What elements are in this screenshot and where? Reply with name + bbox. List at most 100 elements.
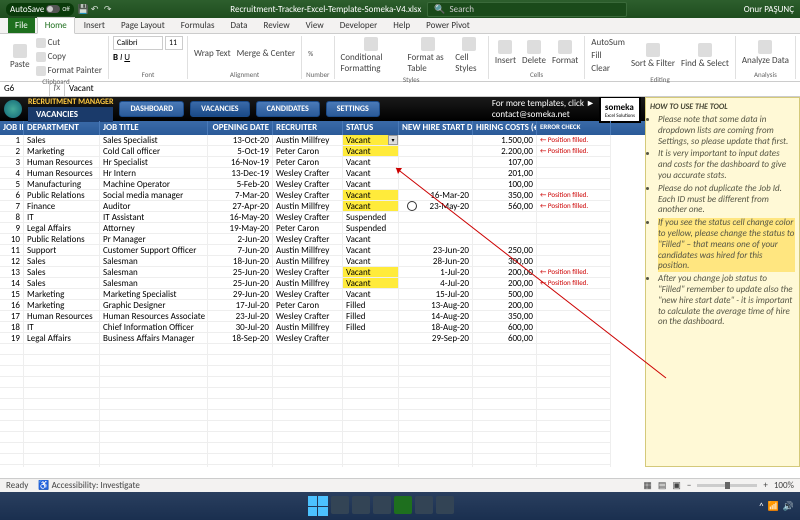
table-row[interactable]: 12SalesSalesman18-Jun-20Austin MillfreyV…	[0, 256, 645, 267]
cell-cost[interactable]: 300,00	[473, 256, 537, 267]
tb-app-icon[interactable]	[415, 496, 433, 514]
cell-hire[interactable]: 15-Jul-20	[399, 289, 473, 300]
cell-title[interactable]: Salesman	[100, 256, 208, 267]
tb-explorer-icon[interactable]	[352, 496, 370, 514]
cell-cost[interactable]: 600,00	[473, 333, 537, 344]
table-row[interactable]: 5ManufacturingMachine Operator5-Feb-20We…	[0, 179, 645, 190]
cell-status[interactable]: Vacant	[343, 157, 399, 168]
tray-wifi-icon[interactable]: 📶	[768, 501, 779, 512]
cell-dept[interactable]: Marketing	[24, 300, 100, 311]
cell-open[interactable]: 30-Jul-20	[208, 322, 273, 333]
cell-title[interactable]: Chief Information Officer	[100, 322, 208, 333]
cell-id[interactable]: 12	[0, 256, 24, 267]
start-button[interactable]	[308, 496, 328, 516]
cell-open[interactable]: 18-Sep-20	[208, 333, 273, 344]
cell-cost[interactable]: 200,00	[473, 278, 537, 289]
cell-title[interactable]: Business Affairs Manager	[100, 333, 208, 344]
cell-dept[interactable]: Legal Affairs	[24, 333, 100, 344]
col-hire[interactable]: NEW HIRE START DATE	[399, 121, 473, 135]
cell-hire[interactable]: 13-Aug-20	[399, 300, 473, 311]
cell-title[interactable]: Cold Call officer	[100, 146, 208, 157]
col-open[interactable]: OPENING DATE	[208, 121, 273, 135]
tab-review[interactable]: Review	[256, 18, 296, 33]
tab-developer[interactable]: Developer	[333, 18, 385, 33]
name-box[interactable]: G6	[0, 82, 50, 96]
cell-dept[interactable]: Sales	[24, 278, 100, 289]
table-row[interactable]: 16MarketingGraphic Designer17-Jul-20Pete…	[0, 300, 645, 311]
cell-title[interactable]: Sales Specialist	[100, 135, 208, 146]
cell-id[interactable]: 4	[0, 168, 24, 179]
empty-row[interactable]	[0, 410, 645, 421]
cell-cost[interactable]: 560,00	[473, 201, 537, 212]
cell-status[interactable]: Vacant	[343, 179, 399, 190]
tb-search-icon[interactable]	[331, 496, 349, 514]
cell-id[interactable]: 16	[0, 300, 24, 311]
cell-open[interactable]: 7-Jun-20	[208, 245, 273, 256]
cell-open[interactable]: 2-Jun-20	[208, 234, 273, 245]
undo-icon[interactable]: ↶	[91, 4, 101, 14]
wrap-text-button[interactable]: Wrap Text	[192, 47, 233, 60]
cell-cost[interactable]: 201,00	[473, 168, 537, 179]
cell-id[interactable]: 5	[0, 179, 24, 190]
view-layout-icon[interactable]: ▤	[658, 480, 667, 491]
cell-dept[interactable]: IT	[24, 322, 100, 333]
cell-title[interactable]: Marketing Specialist	[100, 289, 208, 300]
tb-excel-icon[interactable]	[394, 496, 412, 514]
cell-title[interactable]: Human Resources Associate	[100, 311, 208, 322]
cell-open[interactable]: 17-Jul-20	[208, 300, 273, 311]
format-cell-button[interactable]: Format	[550, 39, 580, 67]
cell-rec[interactable]: Wesley Crafter	[273, 179, 343, 190]
cell-cost[interactable]	[473, 212, 537, 223]
templates-link[interactable]: For more templates, click ►	[492, 98, 595, 109]
cell-status[interactable]: Vacant	[343, 190, 399, 201]
cell-rec[interactable]: Austin Millfrey	[273, 278, 343, 289]
cell-rec[interactable]: Austin Millfrey	[273, 256, 343, 267]
cell-id[interactable]: 13	[0, 267, 24, 278]
tab-pagelayout[interactable]: Page Layout	[114, 18, 172, 33]
cell-cost[interactable]: 100,00	[473, 179, 537, 190]
nav-settings[interactable]: SETTINGS	[326, 101, 380, 117]
cell-status[interactable]: Filled	[343, 322, 399, 333]
cut-button[interactable]: Cut	[34, 36, 104, 49]
cell-title[interactable]: Attorney	[100, 223, 208, 234]
cell-status[interactable]: Vacant	[343, 201, 399, 212]
table-row[interactable]: 18ITChief Information Officer30-Jul-20Au…	[0, 322, 645, 333]
cell-status[interactable]: Vacant	[343, 234, 399, 245]
sort-filter-button[interactable]: Sort & Filter	[629, 42, 677, 70]
cell-dept[interactable]: Legal Affairs	[24, 223, 100, 234]
cell-open[interactable]: 5-Oct-19	[208, 146, 273, 157]
cell-hire[interactable]	[399, 223, 473, 234]
cell-hire[interactable]: 23-May-20	[399, 201, 473, 212]
formula-input[interactable]: Vacant	[65, 82, 800, 96]
table-row[interactable]: 8ITIT Assistant16-May-20Wesley CrafterSu…	[0, 212, 645, 223]
cell-rec[interactable]: Wesley Crafter	[273, 333, 343, 344]
cell-hire[interactable]	[399, 179, 473, 190]
cell-id[interactable]: 2	[0, 146, 24, 157]
cell-rec[interactable]: Wesley Crafter	[273, 212, 343, 223]
tab-view[interactable]: View	[299, 18, 331, 33]
cell-open[interactable]: 13-Dec-19	[208, 168, 273, 179]
cell-dept[interactable]: Public Relations	[24, 234, 100, 245]
cell-open[interactable]: 18-Jun-20	[208, 256, 273, 267]
cell-rec[interactable]: Peter Caron	[273, 300, 343, 311]
cell-id[interactable]: 15	[0, 289, 24, 300]
cell-open[interactable]: 16-May-20	[208, 212, 273, 223]
table-row[interactable]: 1SalesSales Specialist13-Oct-20Austin Mi…	[0, 135, 645, 146]
cell-open[interactable]: 27-Apr-20	[208, 201, 273, 212]
view-normal-icon[interactable]: ▦	[643, 480, 652, 491]
zoom-level[interactable]: 100%	[774, 480, 794, 491]
cell-status[interactable]: Vacant	[343, 267, 399, 278]
font-name[interactable]: Calibri	[113, 36, 163, 50]
table-row[interactable]: 3Human ResourcesHr Specialist16-Nov-19Pe…	[0, 157, 645, 168]
cell-rec[interactable]: Austin Millfrey	[273, 245, 343, 256]
cell-cost[interactable]	[473, 223, 537, 234]
col-rec[interactable]: RECRUITER	[273, 121, 343, 135]
empty-row[interactable]	[0, 388, 645, 399]
empty-row[interactable]	[0, 443, 645, 454]
cell-id[interactable]: 14	[0, 278, 24, 289]
tray-volume-icon[interactable]: 🔊	[783, 501, 794, 512]
cell-dept[interactable]: Sales	[24, 256, 100, 267]
cell-hire[interactable]	[399, 212, 473, 223]
table-row[interactable]: 17Human ResourcesHuman Resources Associa…	[0, 311, 645, 322]
cell-id[interactable]: 18	[0, 322, 24, 333]
